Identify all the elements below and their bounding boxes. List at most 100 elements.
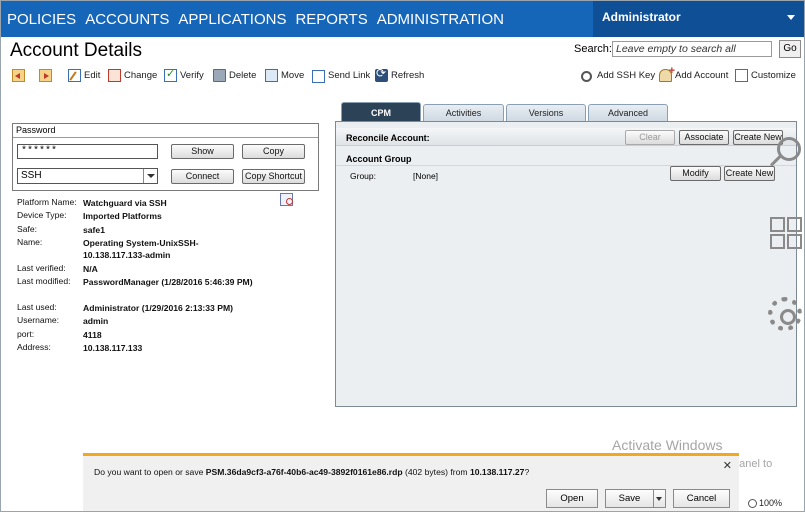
open-button[interactable]: Open (546, 489, 598, 508)
copy-shortcut-button[interactable]: Copy Shortcut (242, 169, 305, 184)
detail-value: safe1 (83, 225, 105, 235)
detail-value: 10.138.117.133 (83, 343, 143, 353)
change-icon (108, 68, 121, 82)
envelope-icon (312, 69, 325, 83)
back-icon (12, 68, 25, 82)
detail-value: admin (83, 316, 109, 326)
detail-label: Device Type: (17, 210, 67, 220)
customize-icon (735, 68, 748, 82)
tab-activities[interactable]: Activities (423, 104, 504, 121)
detail-label: Name: (17, 237, 43, 247)
detail-value: 4118 (83, 330, 102, 340)
zoom-level: 100% (759, 498, 783, 508)
back-button[interactable] (12, 67, 25, 83)
send-link-button[interactable]: Send Link (312, 67, 370, 83)
page-title: Account Details (10, 40, 143, 61)
detail-value: Administrator (1/29/2016 2:13:33 PM) (83, 303, 233, 313)
search-charm-icon[interactable] (769, 137, 803, 169)
add-account-button[interactable]: Add Account (659, 65, 729, 83)
add-account-label: Add Account (675, 69, 729, 81)
close-icon[interactable]: ✕ (723, 459, 732, 472)
send-link-label: Send Link (328, 69, 371, 81)
change-button[interactable]: Change (108, 67, 157, 83)
add-ssh-key-label: Add SSH Key (597, 69, 656, 81)
associate-button[interactable]: Associate (679, 130, 729, 145)
forward-button[interactable] (39, 67, 52, 83)
detail-label: Last modified: (17, 276, 71, 286)
key-icon (581, 69, 594, 82)
app-window: POLICIES ACCOUNTS APPLICATIONS REPORTS A… (0, 0, 805, 512)
group-label: Group: (350, 171, 376, 181)
top-nav-bar: POLICIES ACCOUNTS APPLICATIONS REPORTS A… (1, 1, 804, 37)
copy-button[interactable]: Copy (242, 144, 305, 159)
cancel-button[interactable]: Cancel (673, 489, 730, 508)
verify-button[interactable]: Verify (164, 67, 204, 83)
delete-button[interactable]: Delete (213, 67, 256, 83)
windows-start-icon[interactable] (768, 215, 804, 251)
detail-label: Safe: (17, 224, 38, 234)
detail-label: Address: (17, 342, 51, 352)
create-new-group-button[interactable]: Create New (724, 166, 775, 181)
nav-applications[interactable]: APPLICATIONS (178, 10, 295, 30)
settings-gear-icon[interactable] (768, 297, 802, 331)
go-button[interactable]: Go (779, 40, 801, 58)
main-menu: POLICIES ACCOUNTS APPLICATIONS REPORTS A… (7, 10, 513, 30)
download-host: 10.138.117.27 (469, 467, 525, 477)
verify-label: Verify (180, 69, 204, 81)
detail-value: Watchguard via SSH (83, 198, 167, 208)
nav-reports[interactable]: REPORTS (295, 10, 376, 30)
search-input[interactable] (612, 41, 772, 57)
details-view-icon[interactable] (280, 193, 293, 206)
move-button[interactable]: Move (265, 67, 304, 83)
cpm-tab-panel: Reconcile Account: Clear Associate Creat… (335, 121, 797, 407)
tab-cpm[interactable]: CPM (341, 102, 421, 121)
move-icon (265, 68, 278, 82)
download-notification-bar: Do you want to open or save PSM.36da9cf3… (83, 453, 739, 511)
account-group-header: Account Group (346, 154, 412, 164)
connection-select[interactable]: SSH (17, 168, 158, 184)
detail-label: Platform Name: (17, 197, 77, 207)
nav-administration[interactable]: ADMINISTRATION (377, 10, 513, 30)
nav-accounts[interactable]: ACCOUNTS (85, 10, 178, 30)
save-button[interactable]: Save (605, 489, 653, 508)
detail-label: Last verified: (17, 263, 66, 273)
tab-advanced[interactable]: Advanced (588, 104, 668, 121)
change-label: Change (124, 69, 158, 81)
password-panel-header: Password (13, 124, 318, 138)
save-options-chevron-icon[interactable] (653, 489, 666, 508)
user-menu[interactable]: Administrator (593, 1, 804, 37)
detail-value: PasswordManager (1/28/2016 5:46:39 PM) (83, 277, 253, 287)
edit-button[interactable]: Edit (68, 67, 100, 83)
download-prompt: Do you want to open or save PSM.36da9cf3… (94, 467, 529, 477)
edit-label: Edit (84, 69, 101, 81)
chevron-down-icon (787, 15, 795, 20)
move-label: Move (281, 69, 305, 81)
detail-value: Imported Platforms (83, 211, 162, 221)
verify-icon (164, 67, 177, 82)
reconcile-account-label: Reconcile Account: (346, 133, 430, 143)
modify-button[interactable]: Modify (670, 166, 721, 181)
search-label: Search: (574, 43, 612, 55)
refresh-label: Refresh (391, 69, 425, 81)
password-field[interactable]: ****** (17, 144, 158, 159)
refresh-button[interactable]: Refresh (375, 66, 425, 83)
zoom-control[interactable]: 100% (748, 498, 782, 508)
chevron-down-icon (143, 169, 157, 183)
add-ssh-key-button[interactable]: Add SSH Key (581, 67, 655, 83)
download-suffix: ? (524, 467, 530, 477)
nav-policies[interactable]: POLICIES (7, 10, 85, 30)
show-button[interactable]: Show (171, 144, 234, 159)
customize-button[interactable]: Customize (735, 67, 796, 83)
delete-label: Delete (229, 69, 257, 81)
connect-button[interactable]: Connect (171, 169, 234, 184)
tab-versions[interactable]: Versions (506, 104, 586, 121)
download-size: (402 bytes) from (402, 467, 470, 477)
detail-label: Last used: (17, 302, 57, 312)
clear-button[interactable]: Clear (625, 130, 675, 145)
user-name: Administrator (602, 10, 681, 24)
trash-icon (213, 68, 226, 82)
detail-label: Username: (17, 315, 60, 325)
reconcile-account-bar: Reconcile Account: Clear Associate Creat… (336, 128, 796, 146)
detail-value: N/A (83, 264, 98, 274)
detail-label: port: (17, 329, 35, 339)
